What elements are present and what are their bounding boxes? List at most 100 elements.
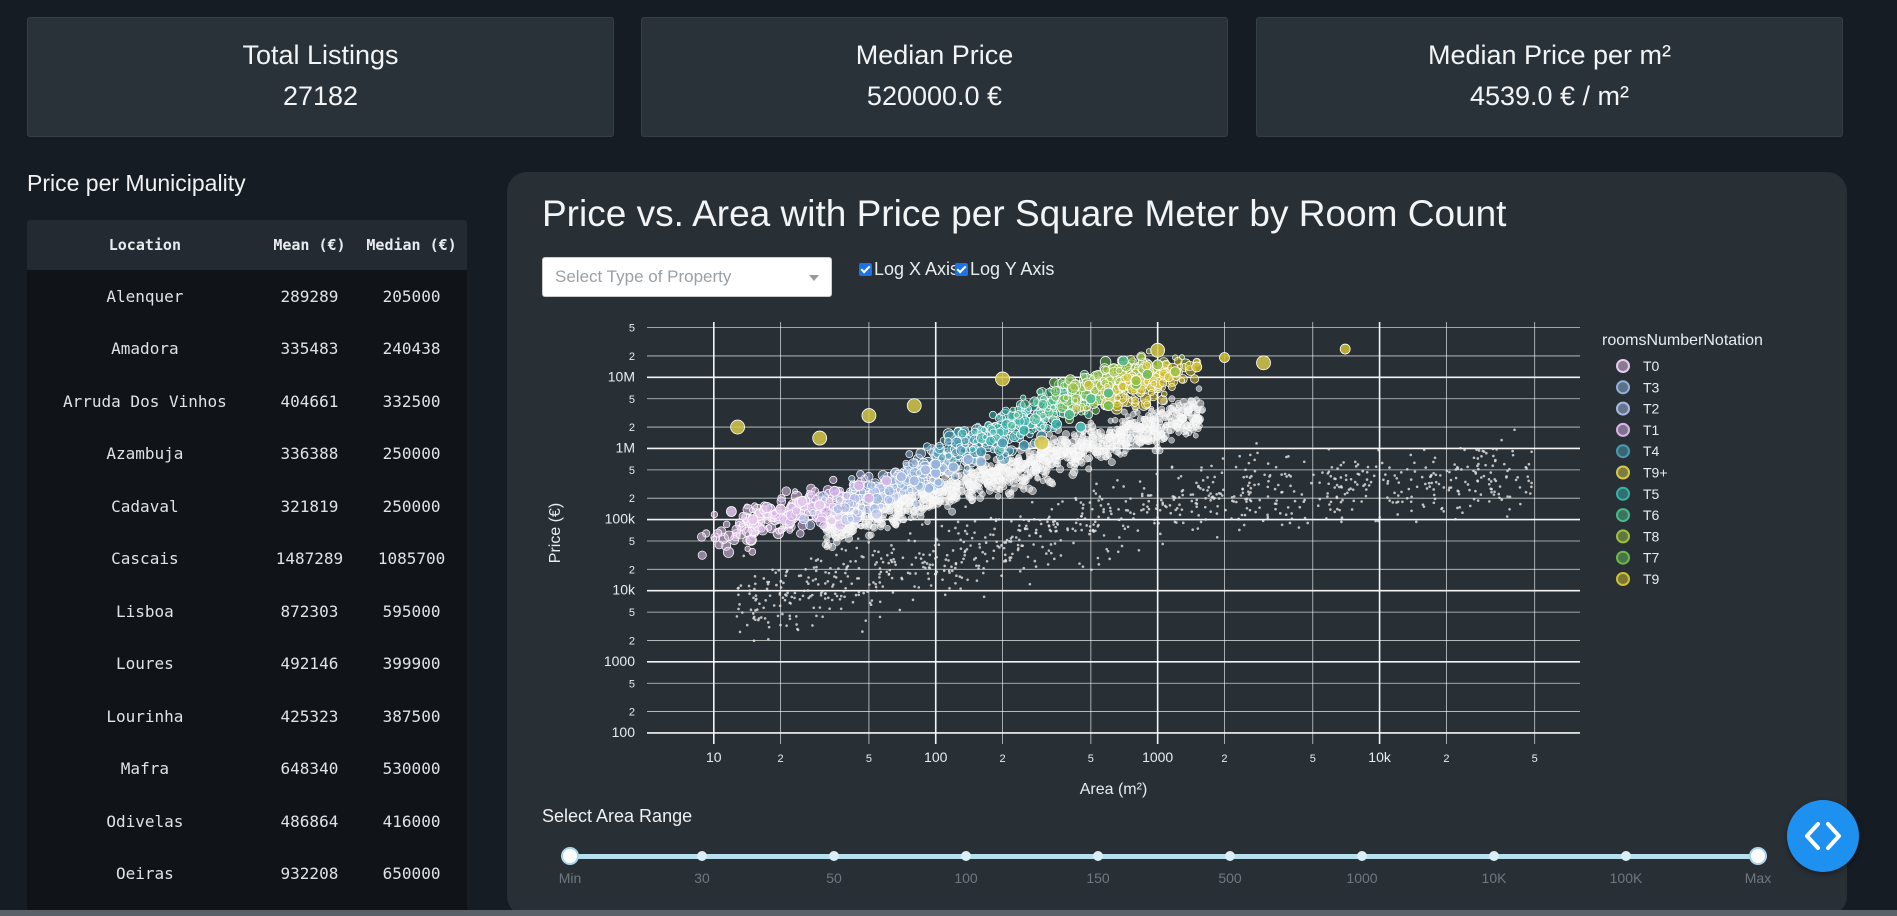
data-point <box>1489 480 1493 483</box>
data-point <box>829 485 840 497</box>
data-point <box>1415 485 1419 489</box>
legend-marker[interactable] <box>1616 422 1630 437</box>
table-row[interactable]: Alenquer 289289 205000 <box>27 270 467 323</box>
legend-marker[interactable] <box>1616 444 1630 459</box>
column-header-median[interactable]: Median (€) <box>356 220 467 270</box>
data-point <box>861 519 868 525</box>
data-point <box>954 562 958 566</box>
table-row[interactable]: Lourinha 425323 387500 <box>27 690 467 743</box>
data-point <box>1160 498 1163 502</box>
log-x-checkbox[interactable]: Log X Axis <box>859 259 959 280</box>
data-point <box>730 419 745 435</box>
data-point <box>1175 402 1182 409</box>
legend-marker[interactable] <box>1616 572 1630 586</box>
table-row[interactable]: Mafra 648340 530000 <box>27 743 467 796</box>
data-point <box>855 546 859 550</box>
code-icon <box>1805 822 1841 850</box>
data-point <box>1275 499 1278 502</box>
legend-marker[interactable] <box>1616 486 1630 501</box>
data-point <box>1508 467 1511 471</box>
location-cell: Azambuja <box>106 444 184 464</box>
data-point <box>1004 559 1008 563</box>
slider-handle[interactable] <box>561 847 579 865</box>
data-point <box>919 557 923 560</box>
data-point <box>1255 442 1258 445</box>
data-point <box>1022 566 1026 570</box>
data-point <box>807 576 810 579</box>
table-row[interactable]: Lisboa 872303 595000 <box>27 585 467 638</box>
data-point <box>804 568 807 571</box>
data-point <box>1316 504 1320 508</box>
data-point <box>1114 394 1121 402</box>
table-row[interactable]: Odivelas 486864 416000 <box>27 795 467 848</box>
data-point <box>1343 492 1347 496</box>
data-point <box>1480 454 1483 458</box>
data-point <box>1237 517 1240 521</box>
column-header-mean[interactable]: Mean (€) <box>262 220 357 270</box>
data-point <box>790 595 794 599</box>
data-point <box>990 479 998 488</box>
data-point <box>1034 565 1038 568</box>
legend-marker[interactable] <box>1616 380 1630 395</box>
data-point <box>1185 406 1193 414</box>
horizontal-scrollbar[interactable] <box>0 910 1897 916</box>
data-point <box>1017 538 1021 542</box>
data-point <box>890 576 894 580</box>
data-point <box>1206 476 1209 479</box>
property-type-select[interactable]: Select Type of Property <box>542 257 832 297</box>
data-point <box>874 582 877 586</box>
area-range-slider[interactable]: Min 30 50 100 150 500 1000 10K 100K Max <box>559 842 1771 902</box>
data-point <box>995 540 998 544</box>
table-row[interactable]: Cascais 1487289 1085700 <box>27 533 467 586</box>
data-point <box>914 572 917 575</box>
legend-marker[interactable] <box>1616 550 1630 565</box>
data-point <box>812 606 816 610</box>
data-point <box>762 577 766 580</box>
data-point <box>1117 508 1120 511</box>
log-y-checkbox[interactable]: Log Y Axis <box>955 259 1054 280</box>
slider-handle[interactable] <box>1749 847 1767 865</box>
table-row[interactable]: Amadora 335483 240438 <box>27 323 467 376</box>
slider-track[interactable] <box>570 854 1758 859</box>
data-point <box>826 580 830 583</box>
data-point <box>1248 481 1251 485</box>
table-row[interactable]: Oeiras 932208 650000 <box>27 848 467 901</box>
legend-marker[interactable] <box>1616 359 1630 373</box>
data-point <box>1209 510 1213 513</box>
legend-item-label: T6 <box>1643 507 1660 523</box>
table-row[interactable]: Arruda Dos Vinhos 404661 332500 <box>27 375 467 428</box>
legend-marker[interactable] <box>1616 529 1630 544</box>
column-header-location[interactable]: Location <box>27 220 263 270</box>
data-point <box>1327 447 1331 451</box>
legend-marker[interactable] <box>1616 401 1630 416</box>
data-point <box>1325 517 1328 520</box>
y-tick-label: 5 <box>629 536 635 548</box>
data-point <box>1468 504 1472 508</box>
code-toggle-button[interactable] <box>1787 800 1859 872</box>
chevron-down-icon[interactable] <box>809 275 819 281</box>
data-point <box>1466 483 1470 486</box>
scatter-plot[interactable]: 10 2 5 100 2 5 1000 2 5 10k 2 5 5 2 10M 5 2 1M 5 2 100k 5 2 10k… <box>530 310 1810 802</box>
data-point <box>1280 523 1284 527</box>
legend-marker[interactable] <box>1616 465 1630 480</box>
data-point <box>778 604 782 608</box>
checkbox-checked-icon[interactable] <box>955 263 968 276</box>
data-point <box>1366 465 1370 469</box>
data-point <box>1244 497 1247 501</box>
data-point <box>759 616 763 619</box>
table-row[interactable]: Loures 492146 399900 <box>27 638 467 691</box>
legend-marker[interactable] <box>1616 508 1630 523</box>
mean-cell: 492146 <box>280 654 339 674</box>
data-point <box>1059 539 1062 542</box>
municipality-table-container[interactable]: Location Mean (€) Median (€) Alenquer 289… <box>27 220 467 916</box>
data-point <box>839 594 843 598</box>
table-row[interactable]: Azambuja 336388 250000 <box>27 428 467 481</box>
data-point <box>863 492 875 504</box>
data-point <box>938 453 947 462</box>
table-row[interactable]: Cadaval 321819 250000 <box>27 480 467 533</box>
data-point <box>1376 519 1380 523</box>
data-point <box>1277 483 1280 487</box>
data-point <box>1150 380 1158 387</box>
checkbox-checked-icon[interactable] <box>859 263 872 276</box>
data-point <box>779 580 783 583</box>
